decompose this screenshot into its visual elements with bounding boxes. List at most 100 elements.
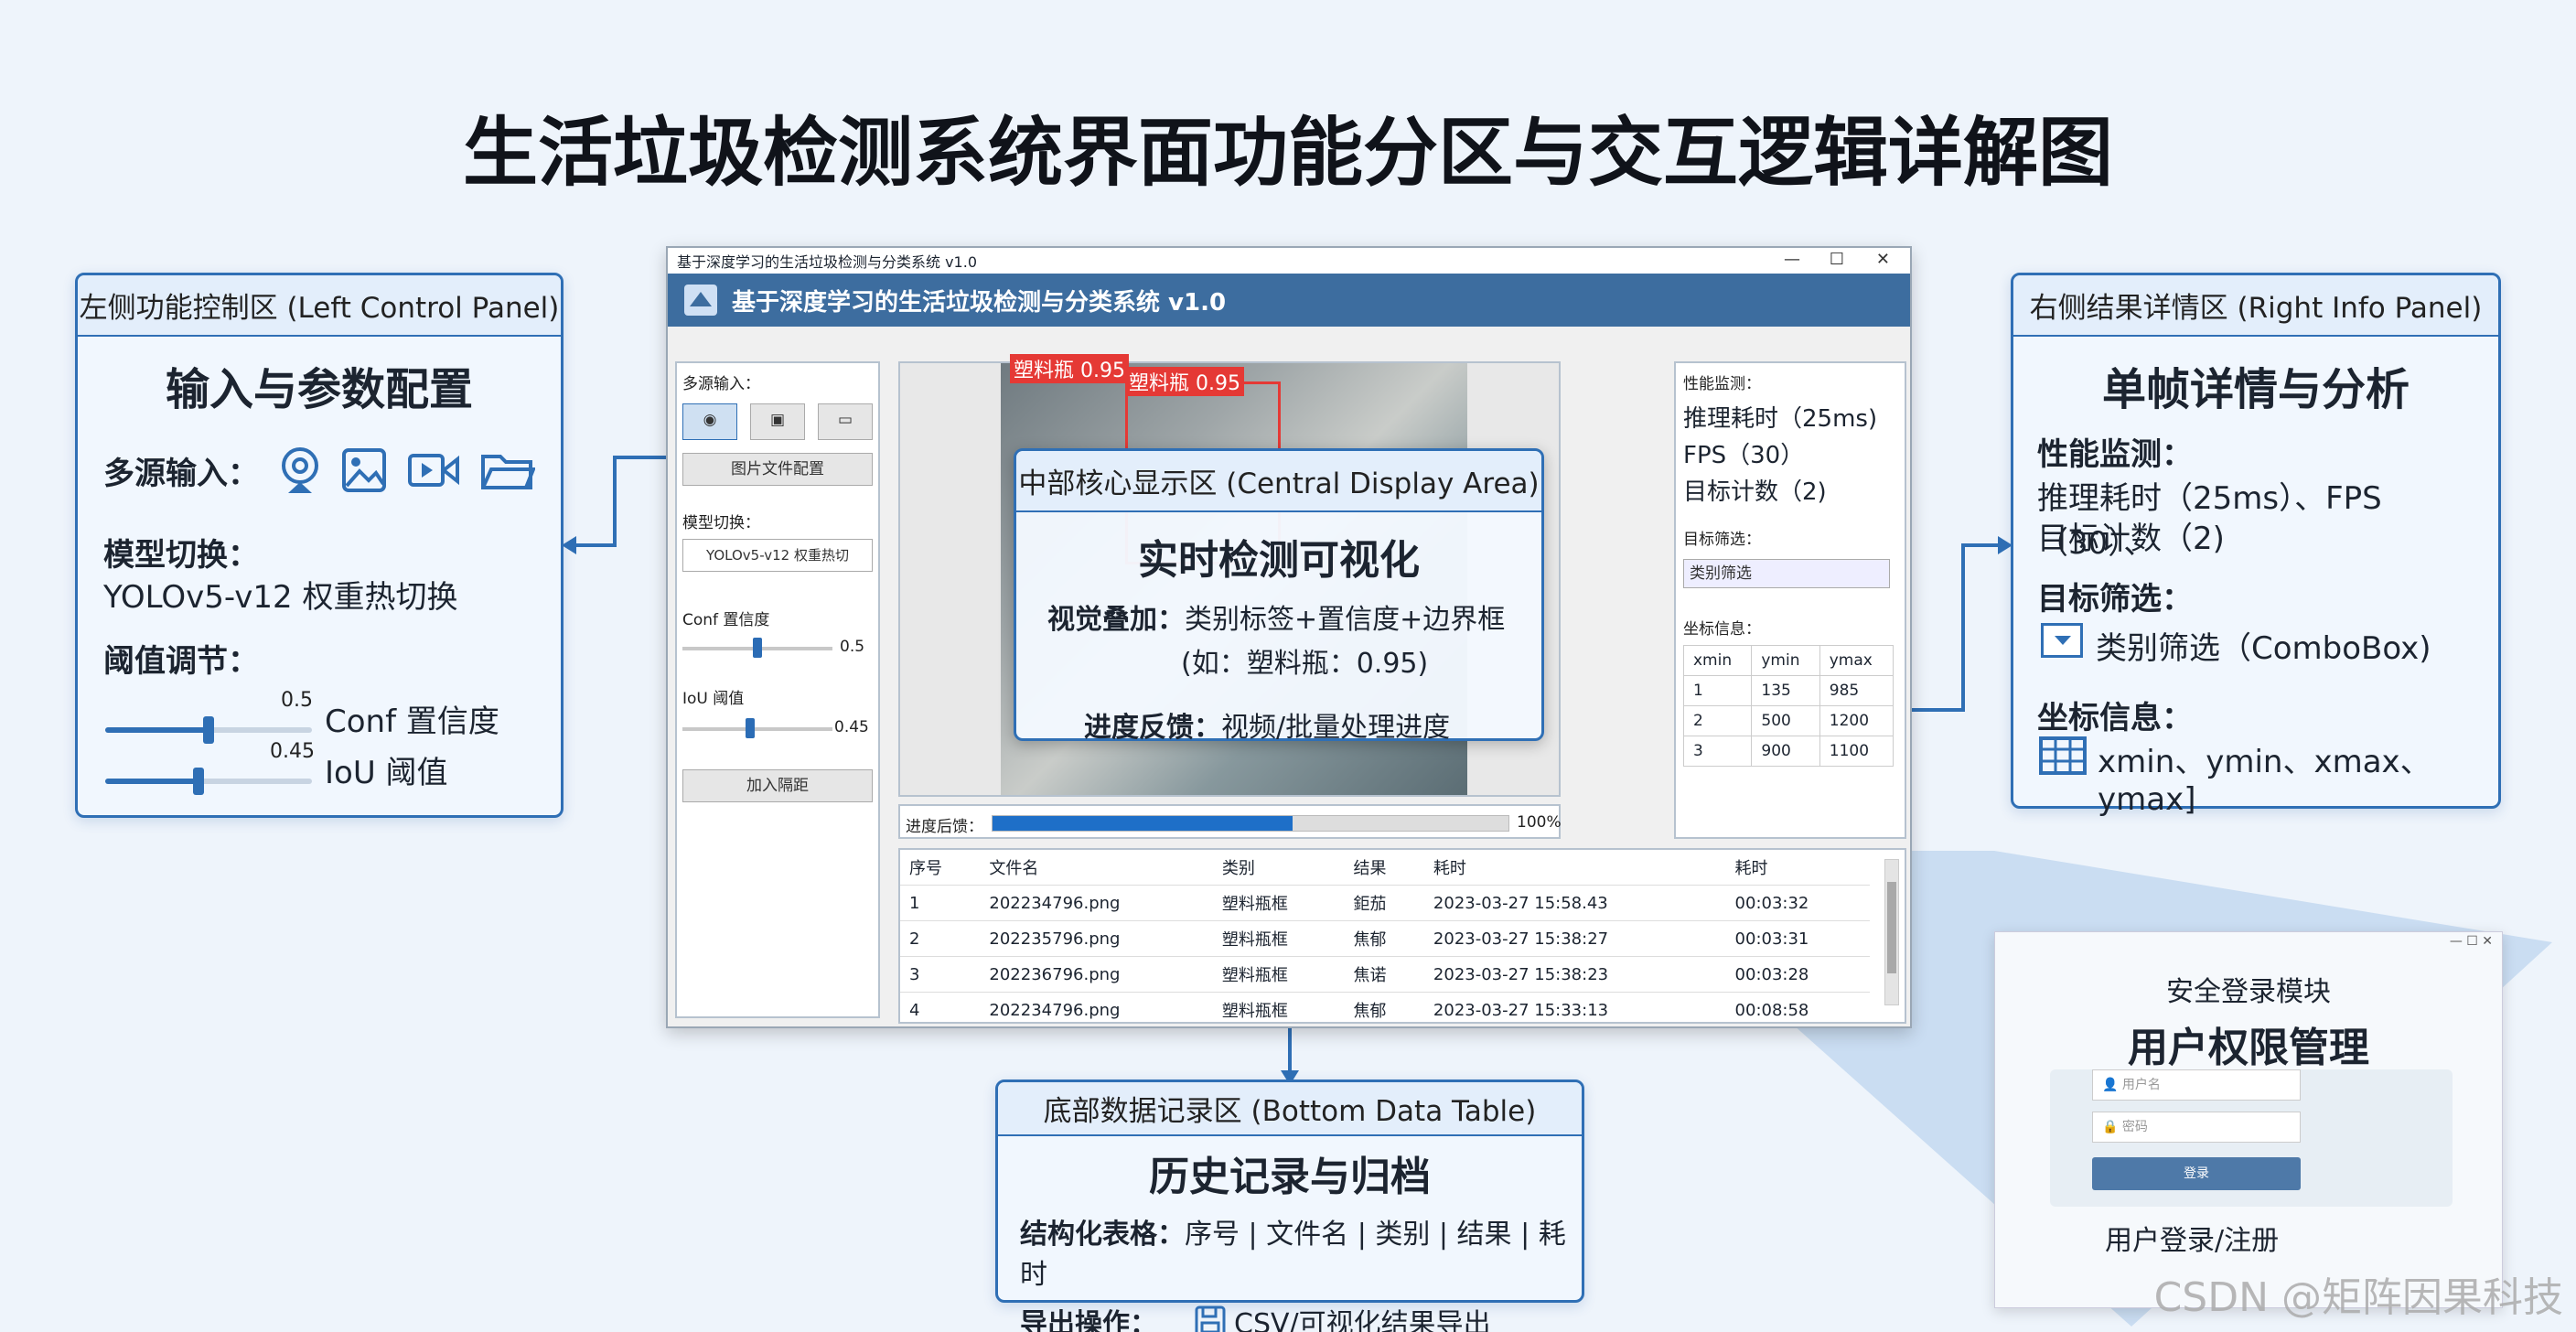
table-row[interactable]: 1 202234796.png 塑料瓶框 鉅茄 2023-03-27 15:58.43 0…: [900, 885, 1870, 921]
conf-value: 0.5: [281, 689, 313, 712]
load-button[interactable]: 加入隔距: [682, 769, 873, 802]
model-text: YOLOv5-v12 权重热切换: [103, 579, 458, 616]
table-label: 结构化表格：: [1020, 1219, 1185, 1251]
coord-cell: 1200: [1819, 705, 1894, 736]
conf-text: Conf 置信度: [325, 704, 499, 740]
image-config-button[interactable]: 图片文件配置: [682, 453, 873, 486]
app-iou-slider[interactable]: [682, 727, 832, 731]
central-heading: 实时检测可视化: [1138, 537, 1420, 584]
table-cell: 焦郁: [1344, 920, 1424, 957]
connector-left: [574, 543, 617, 547]
multisource-label: 多源输入：: [103, 455, 259, 492]
watermark: CSDN @矩阵因果科技: [2153, 1274, 2563, 1321]
visual-example: (如：塑料瓶：0.95): [1181, 648, 1429, 680]
table-header[interactable]: 序号: [900, 850, 981, 886]
coord-cell: 1100: [1819, 736, 1894, 767]
video-icon: [408, 454, 459, 487]
username-field[interactable]: 👤 用户名: [2092, 1069, 2301, 1101]
table-row[interactable]: 4 202234796.png 塑料瓶框 焦郁 2023-03-27 15:33:13 0…: [900, 992, 1870, 1022]
connector-right: [1961, 543, 1965, 712]
close-button[interactable]: ✕: [1876, 250, 1890, 269]
save-icon: [1195, 1305, 1226, 1332]
coord-header: xmin: [1682, 645, 1753, 676]
table-cell: 2023-03-27 15:38:27: [1423, 920, 1726, 957]
connector-right: [1961, 543, 2000, 547]
connector-left: [613, 456, 617, 545]
app-filter-label: 目标筛选：: [1683, 531, 1761, 549]
app-model-label: 模型切换：: [682, 514, 760, 532]
table-header[interactable]: 耗时: [1725, 850, 1870, 886]
bottom-panel-header: 底部数据记录区 (Bottom Data Table): [998, 1082, 1582, 1136]
right-panel-heading: 单帧详情与分析: [2101, 364, 2410, 415]
coord-text: xmin、ymin、xmax、ymax]: [2098, 744, 2431, 818]
maximize-button[interactable]: ☐: [1830, 250, 1844, 269]
webcam-button[interactable]: ◉: [682, 403, 737, 440]
login-button[interactable]: 登录: [2092, 1157, 2301, 1190]
table-cell: 焦郁: [1344, 992, 1424, 1022]
app-conf-value: 0.5: [840, 638, 865, 656]
table-cell: 2: [900, 920, 981, 957]
table-cell: 焦诺: [1344, 956, 1424, 993]
login-window: — ☐ ✕ 安全登录模块 用户权限管理 👤 用户名 🔒 密码 登录 用户登录/注…: [1994, 931, 2503, 1308]
filter-text: 类别筛选（ComboBox): [2096, 630, 2431, 667]
connector-left: [615, 456, 670, 459]
progress-track: [992, 815, 1509, 832]
visual-label: 视觉叠加：: [1047, 604, 1185, 636]
table-cell: 2023-03-27 15:58.43: [1423, 885, 1726, 921]
password-placeholder: 密码: [2121, 1120, 2148, 1134]
app-conf-thumb[interactable]: [753, 638, 762, 658]
app-coord-label: 坐标信息：: [1683, 620, 1761, 639]
table-cell: 3: [900, 956, 981, 993]
table-cell: 2023-03-27 15:33:13: [1423, 992, 1726, 1022]
table-row[interactable]: 3 202236796.png 塑料瓶框 焦诺 2023-03-27 15:38:23 0…: [900, 956, 1870, 993]
iou-text: IoU 阈值: [325, 755, 448, 791]
login-window-controls: — ☐ ✕: [2449, 934, 2493, 949]
app-iou-thumb[interactable]: [745, 718, 755, 738]
table-header[interactable]: 结果: [1344, 850, 1424, 886]
coord-row: 1 135 985: [1682, 675, 1894, 706]
coord-cell: 900: [1751, 736, 1820, 767]
login-heading: 用户权限管理: [2128, 1025, 2369, 1071]
iou-slider[interactable]: [105, 768, 312, 795]
scrollbar[interactable]: [1884, 859, 1899, 1005]
table-icon: [2039, 736, 2087, 775]
table-cell: 鉅茄: [1344, 885, 1424, 921]
table-cell: 塑料瓶框: [1212, 992, 1345, 1022]
export-text: CSV/可视化结果导出: [1234, 1308, 1491, 1332]
image-button[interactable]: ▣: [750, 403, 805, 440]
progress-fill: [993, 816, 1293, 831]
coord-header: ymax: [1819, 645, 1894, 676]
password-field[interactable]: 🔒 密码: [2092, 1112, 2301, 1143]
table-row[interactable]: 2 202235796.png 塑料瓶框 焦郁 2023-03-27 15:38:27 0…: [900, 920, 1870, 957]
app-filter-select[interactable]: 类别筛选: [1683, 559, 1890, 588]
app-multisource-label: 多源输入：: [682, 375, 760, 393]
window-title: 基于深度学习的生活垃圾检测与分类系统 v1.0: [677, 253, 978, 271]
app-header-title: 基于深度学习的生活垃圾检测与分类系统 v1.0: [732, 288, 1227, 317]
table-header[interactable]: 类别: [1212, 850, 1345, 886]
app-conf-label: Conf 置信度: [682, 611, 770, 629]
left-panel-header: 左侧功能控制区 (Left Control Panel): [78, 275, 561, 337]
coord-label: 坐标信息：: [2037, 700, 2193, 736]
folder-icon: [481, 455, 535, 489]
table-cell: 塑料瓶框: [1212, 920, 1345, 957]
coord-table: xmin ymin ymax 1 135 985 2 500 1200 3 900 1100: [1682, 645, 1894, 767]
right-info-panel: 右侧结果详情区 (Right Info Panel) 单帧详情与分析 性能监测：…: [2011, 273, 2501, 818]
app-right-panel: 性能监测： 推理耗时（25ms) FPS（30） 目标计数（2) 目标筛选： 类…: [1674, 361, 1906, 839]
bottom-panel-heading: 历史记录与归档: [1149, 1154, 1431, 1200]
table-header[interactable]: 耗时: [1423, 850, 1726, 886]
left-control-panel: 左侧功能控制区 (Left Control Panel) 输入与参数配置 多源输…: [75, 273, 564, 818]
perf-label: 性能监测：: [2037, 436, 2193, 473]
minimize-button[interactable]: —: [1784, 250, 1800, 269]
folder-button[interactable]: ▭: [818, 403, 873, 440]
model-select[interactable]: YOLOv5-v12 权重热切: [682, 539, 873, 572]
combobox-icon: [2041, 623, 2083, 658]
detection-label: 塑料瓶 0.95: [1010, 354, 1129, 383]
right-panel-header: 右侧结果详情区 (Right Info Panel): [2013, 275, 2498, 337]
history-table: 序号 文件名 类别 结果 耗时 耗时 1 202234796.png 塑料瓶框 鉅茄 2023-0…: [900, 850, 1870, 1022]
left-panel-heading: 输入与参数配置: [165, 364, 473, 415]
table-header[interactable]: 文件名: [980, 850, 1213, 886]
export-label: 导出操作：: [1020, 1308, 1157, 1332]
table-cell: 塑料瓶框: [1212, 956, 1345, 993]
progress-panel: 进度后馈： 100%: [898, 804, 1562, 839]
table-cell: 202235796.png: [980, 920, 1213, 957]
